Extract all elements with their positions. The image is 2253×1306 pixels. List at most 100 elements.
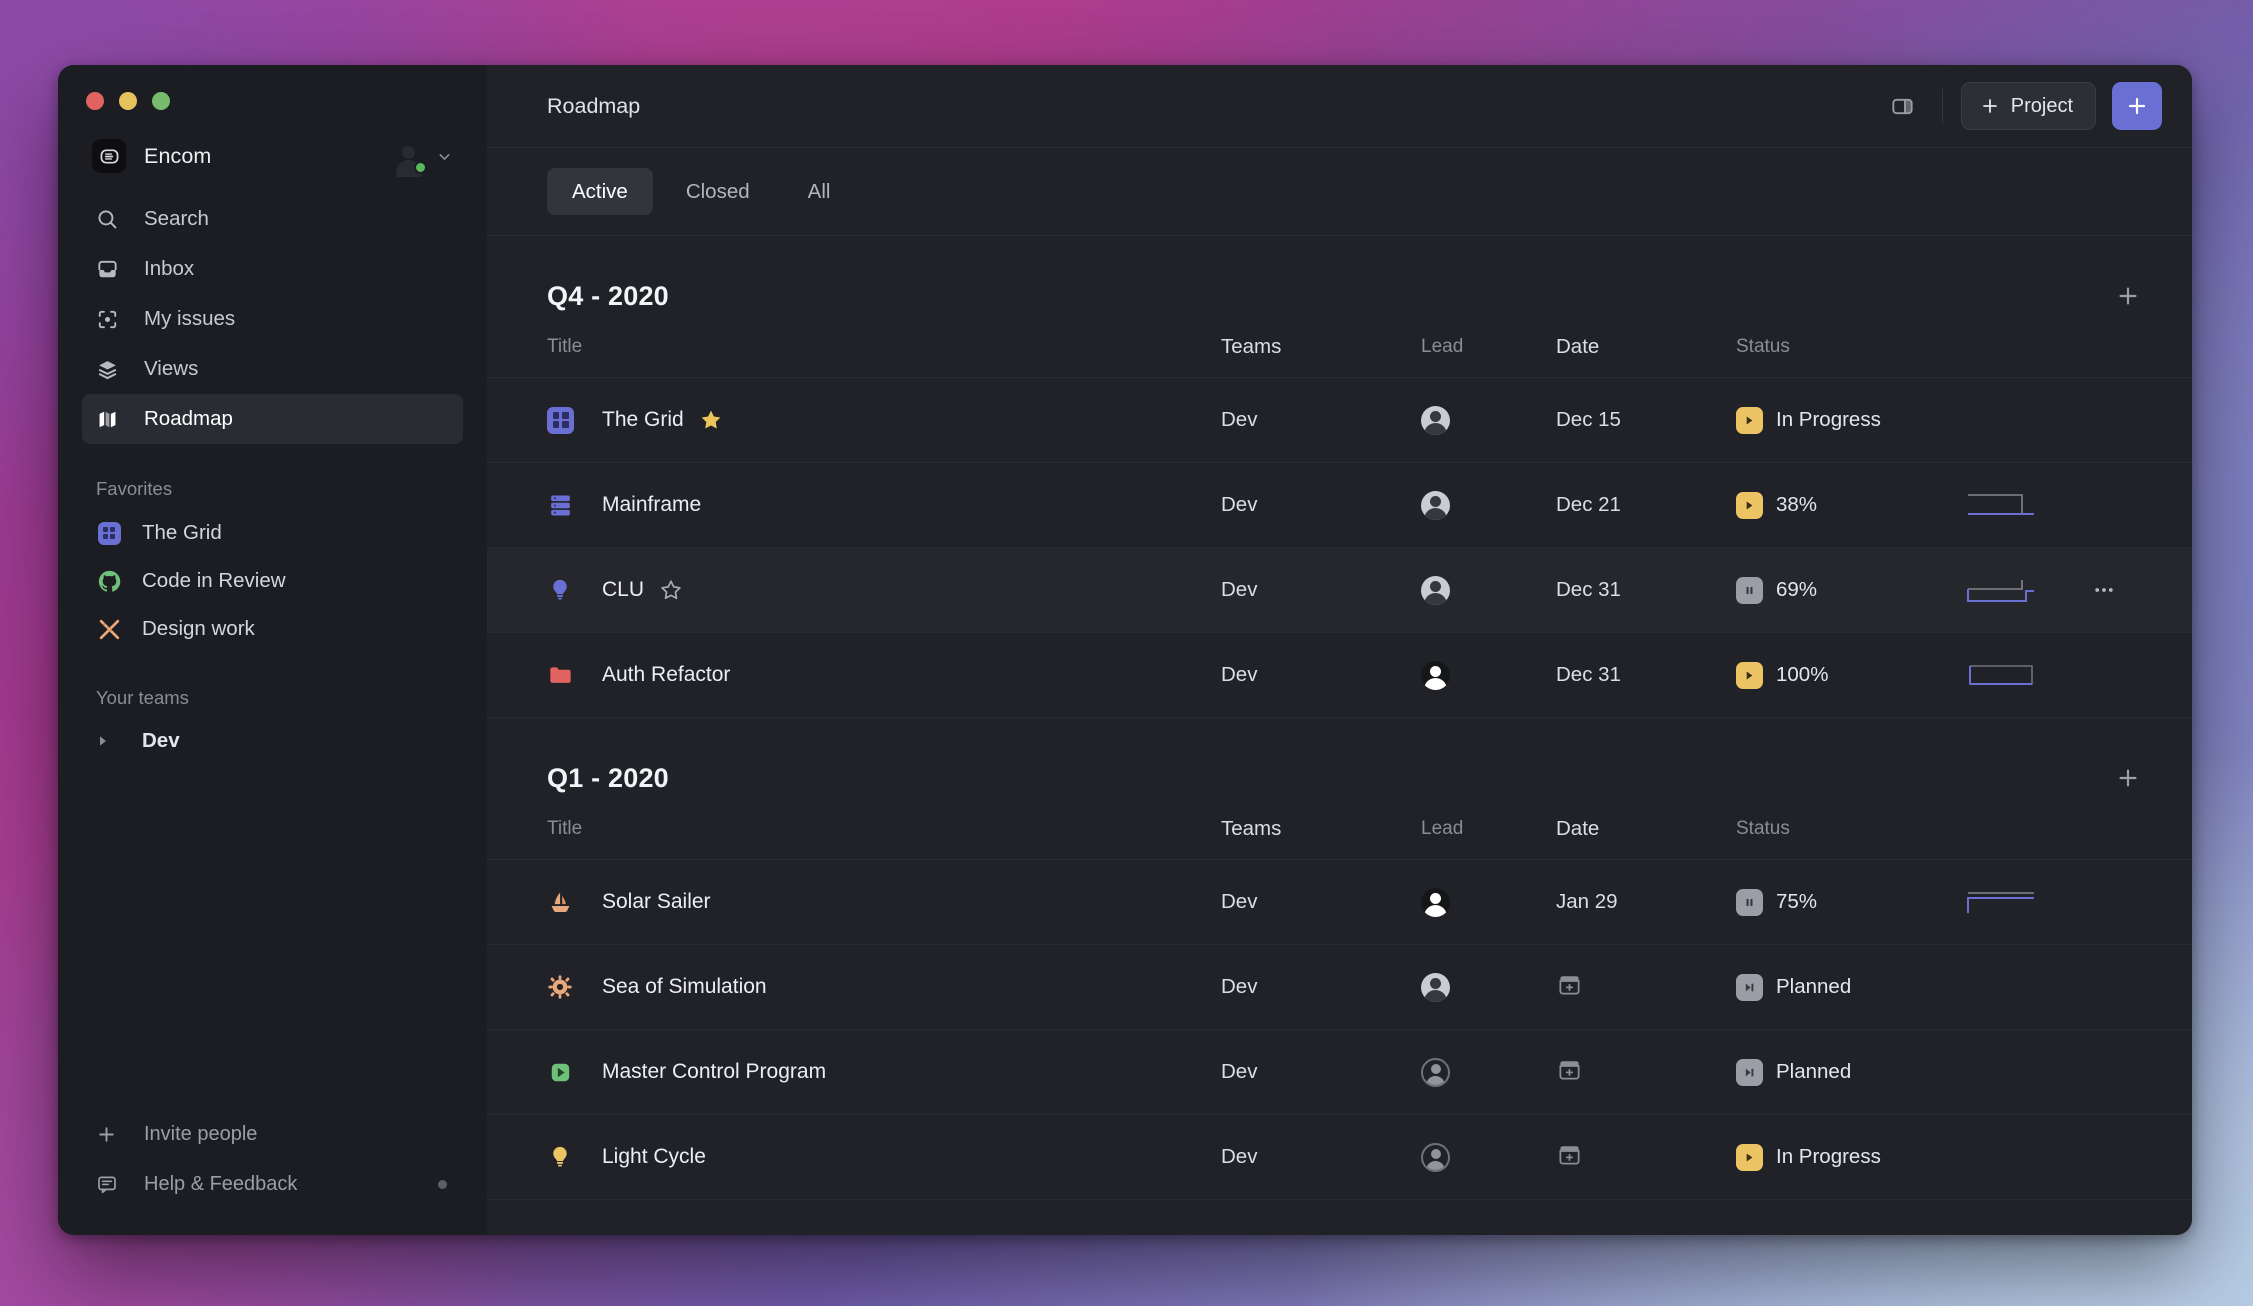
app-window: Encom Search Inbox	[58, 65, 2192, 1235]
column-header-teams: Teams	[1221, 335, 1421, 359]
chevron-down-icon[interactable]	[436, 148, 453, 165]
date-cell[interactable]	[1556, 1141, 1736, 1174]
footer-item-label: Invite people	[144, 1123, 257, 1146]
workspace-switcher[interactable]: Encom	[82, 132, 463, 180]
avatar[interactable]	[392, 140, 425, 173]
status-cell[interactable]: In Progress	[1736, 1144, 1966, 1171]
divider	[1942, 89, 1943, 123]
sidebar-item-views[interactable]: Views	[82, 344, 463, 394]
progress-sparkline	[1966, 660, 2076, 690]
mainframe-server-icon	[547, 492, 581, 519]
team-cell: Dev	[1221, 1145, 1421, 1169]
table-row[interactable]: Sea of Simulation Dev Planned	[487, 945, 2192, 1030]
help-feedback-button[interactable]: Help & Feedback	[82, 1159, 463, 1209]
status-in-progress-icon	[1736, 492, 1763, 519]
project-title-cell[interactable]: Sea of Simulation	[547, 974, 1221, 1000]
lead-cell[interactable]	[1421, 576, 1556, 605]
zoom-window-button[interactable]	[152, 92, 170, 110]
projects-scroll-area[interactable]: Q4 - 2020 Title Teams Lead Date Status T…	[487, 236, 2192, 1235]
team-cell: Dev	[1221, 975, 1421, 999]
status-cell[interactable]: 38%	[1736, 492, 1966, 519]
project-title-cell[interactable]: Master Control Program	[547, 1059, 1221, 1086]
sidebar-item-search[interactable]: Search	[82, 194, 463, 244]
close-window-button[interactable]	[86, 92, 104, 110]
date-cell[interactable]: Dec 31	[1556, 663, 1736, 687]
table-row[interactable]: Mainframe Dev Dec 21 38%	[487, 463, 2192, 548]
project-title-cell[interactable]: CLU	[547, 577, 1221, 603]
add-to-group-button[interactable]	[2108, 276, 2148, 316]
add-to-group-button[interactable]	[2108, 758, 2148, 798]
table-row[interactable]: Light Cycle Dev In Progress	[487, 1115, 2192, 1200]
invite-people-button[interactable]: Invite people	[82, 1109, 463, 1159]
lightbulb-purple-icon	[547, 577, 581, 603]
sidebar-item-label: Search	[144, 207, 209, 231]
status-cell[interactable]: 75%	[1736, 889, 1966, 916]
tab-closed[interactable]: Closed	[661, 168, 775, 215]
status-paused-icon	[1736, 889, 1763, 916]
calendar-add-icon	[1556, 1141, 1583, 1174]
project-title-cell[interactable]: Auth Refactor	[547, 662, 1221, 689]
date-cell[interactable]	[1556, 1056, 1736, 1089]
column-header-date: Date	[1556, 335, 1736, 359]
status-label: 75%	[1776, 890, 1817, 914]
sidebar-favorite-code-in-review[interactable]: Code in Review	[58, 557, 487, 605]
sidebar-team-dev[interactable]: Dev	[58, 718, 487, 764]
project-title-cell[interactable]: The Grid	[547, 407, 1221, 434]
favorite-star-icon[interactable]	[659, 578, 683, 602]
sidebar-item-inbox[interactable]: Inbox	[82, 244, 463, 294]
minimize-window-button[interactable]	[119, 92, 137, 110]
table-row[interactable]: Auth Refactor Dev Dec 31 100%	[487, 633, 2192, 718]
new-item-button[interactable]	[2112, 82, 2162, 130]
gear-orange-icon	[547, 974, 581, 1000]
workspace-name: Encom	[144, 144, 392, 169]
table-row[interactable]: The Grid Dev Dec 15 In Progress	[487, 378, 2192, 463]
row-more-options-button[interactable]	[2076, 578, 2132, 602]
lead-cell[interactable]	[1421, 1058, 1556, 1087]
date-cell[interactable]: Dec 31	[1556, 578, 1736, 602]
project-title-cell[interactable]: Light Cycle	[547, 1144, 1221, 1170]
sidebar-footer: Invite people Help & Feedback	[58, 1109, 487, 1235]
project-title-cell[interactable]: Mainframe	[547, 492, 1221, 519]
sidebar-nav: Search Inbox My	[58, 194, 487, 444]
sidebar-favorite-design-work[interactable]: Design work	[58, 605, 487, 653]
sidebar-item-label: Roadmap	[144, 407, 233, 431]
side-panel-toggle-icon[interactable]	[1882, 85, 1924, 127]
sidebar-item-roadmap[interactable]: Roadmap	[82, 394, 463, 444]
calendar-add-icon	[1556, 1056, 1583, 1089]
column-header-date: Date	[1556, 817, 1736, 841]
table-row[interactable]: CLU Dev Dec 31 69%	[487, 548, 2192, 633]
status-paused-icon	[1736, 577, 1763, 604]
lead-cell[interactable]	[1421, 661, 1556, 690]
table-row[interactable]: Solar Sailer Dev Jan 29 75%	[487, 860, 2192, 945]
status-cell[interactable]: 100%	[1736, 662, 1966, 689]
lead-cell[interactable]	[1421, 888, 1556, 917]
add-project-button[interactable]: Project	[1961, 82, 2096, 130]
date-cell[interactable]: Dec 15	[1556, 408, 1736, 432]
date-cell[interactable]: Dec 21	[1556, 493, 1736, 517]
filter-tabs: Active Closed All	[487, 148, 2192, 236]
sidebar-favorite-the-grid[interactable]: The Grid	[58, 509, 487, 557]
tab-active[interactable]: Active	[547, 168, 653, 215]
sidebar-item-my-issues[interactable]: My issues	[82, 294, 463, 344]
status-planned-icon	[1736, 974, 1763, 1001]
favorite-star-icon[interactable]	[699, 408, 723, 432]
status-cell[interactable]: Planned	[1736, 1059, 1966, 1086]
table-row[interactable]: Master Control Program Dev Planned	[487, 1030, 2192, 1115]
column-header-title: Title	[547, 818, 1221, 840]
triangle-right-icon[interactable]	[96, 734, 122, 748]
lead-cell[interactable]	[1421, 973, 1556, 1002]
lead-cell[interactable]	[1421, 491, 1556, 520]
inbox-icon	[96, 258, 126, 281]
status-label: 69%	[1776, 578, 1817, 602]
tab-all[interactable]: All	[783, 168, 856, 215]
lead-cell[interactable]	[1421, 1143, 1556, 1172]
status-cell[interactable]: Planned	[1736, 974, 1966, 1001]
team-cell: Dev	[1221, 1060, 1421, 1084]
lead-cell[interactable]	[1421, 406, 1556, 435]
avatar	[1421, 888, 1450, 917]
date-cell[interactable]	[1556, 971, 1736, 1004]
date-cell[interactable]: Jan 29	[1556, 890, 1736, 914]
status-cell[interactable]: 69%	[1736, 577, 1966, 604]
project-title-cell[interactable]: Solar Sailer	[547, 889, 1221, 916]
status-cell[interactable]: In Progress	[1736, 407, 1966, 434]
